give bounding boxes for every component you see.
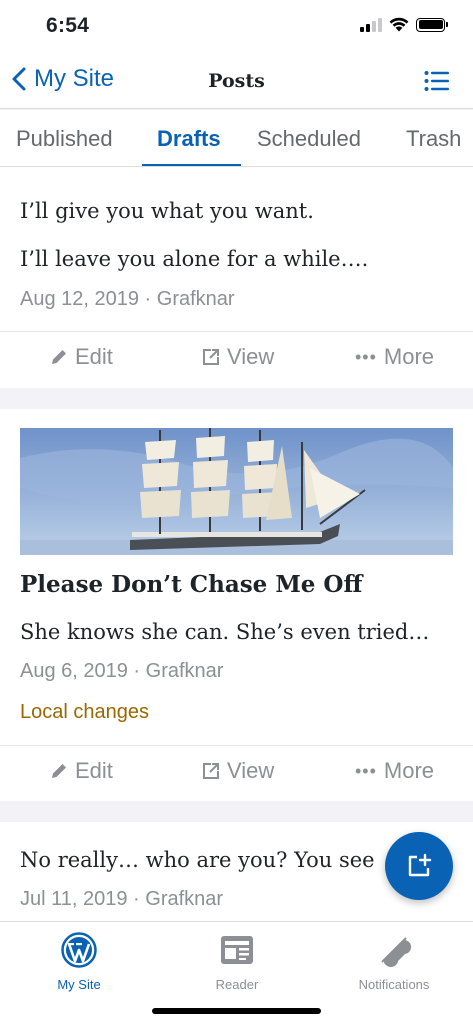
local-changes-badge: Local changes xyxy=(20,701,149,723)
post-meta: Jul 11, 2019 · Grafknar xyxy=(20,888,224,910)
view-button[interactable]: View xyxy=(202,344,274,370)
post-meta: Aug 12, 2019 · Grafknar xyxy=(20,288,235,310)
status-time: 6:54 xyxy=(46,14,90,37)
list-icon xyxy=(424,71,449,91)
battery-icon xyxy=(416,17,448,32)
wordpress-icon xyxy=(61,932,97,968)
reader-icon xyxy=(221,936,253,964)
bell-icon xyxy=(381,937,412,968)
pencil-icon xyxy=(52,764,66,778)
view-label: View xyxy=(227,344,275,369)
post-card[interactable]: Please Don’t Chase Me Off She knows she … xyxy=(0,409,473,801)
tab-bar-my-site[interactable]: My Site xyxy=(0,932,158,992)
edit-button[interactable]: Edit xyxy=(50,344,113,370)
navigation-bar: My Site Posts xyxy=(0,52,473,109)
more-label: More xyxy=(383,344,435,369)
external-link-icon xyxy=(203,763,219,779)
post-excerpt-line: I’ll give you what you want. xyxy=(20,199,314,223)
create-post-button[interactable] xyxy=(385,832,453,900)
tab-bar-notifications[interactable]: Notifications xyxy=(315,932,473,992)
status-icons xyxy=(360,17,448,32)
ellipsis-icon: ••• xyxy=(355,346,377,367)
view-label: View xyxy=(227,758,275,783)
tab-bar-label: Notifications xyxy=(358,977,430,992)
posts-list[interactable]: I’ll give you what you want. I’ll leave … xyxy=(0,167,473,921)
ellipsis-icon: ••• xyxy=(355,760,377,781)
tab-bar-label: My Site xyxy=(57,977,101,992)
post-card[interactable]: I’ll give you what you want. I’ll leave … xyxy=(0,167,473,388)
view-button[interactable]: View xyxy=(202,758,274,784)
post-excerpt: She knows she can. She’s even tried… xyxy=(20,620,430,644)
home-indicator xyxy=(152,1008,321,1014)
tab-bar-label: Reader xyxy=(215,977,259,992)
post-excerpt-line: I’ll leave you alone for a while…. xyxy=(20,247,369,271)
status-bar: 6:54 xyxy=(0,0,473,52)
page-title: Posts xyxy=(208,70,265,92)
external-link-icon xyxy=(203,349,219,365)
post-actions: Edit View ••• More xyxy=(0,745,473,801)
more-button[interactable]: ••• More xyxy=(355,758,434,784)
edit-label: Edit xyxy=(75,344,113,369)
post-title: Please Don’t Chase Me Off xyxy=(20,571,363,598)
new-post-icon xyxy=(408,853,432,877)
pencil-icon xyxy=(52,350,66,364)
cellular-signal-icon xyxy=(360,17,382,32)
tab-bar-reader[interactable]: Reader xyxy=(158,932,316,992)
edit-button[interactable]: Edit xyxy=(50,758,113,784)
more-button[interactable]: ••• More xyxy=(355,344,434,370)
tab-scheduled[interactable]: Scheduled xyxy=(257,126,361,152)
post-actions: Edit View ••• More xyxy=(0,331,473,387)
edit-label: Edit xyxy=(75,758,113,783)
more-label: More xyxy=(383,758,435,783)
post-meta: Aug 6, 2019 · Grafknar xyxy=(20,660,224,682)
tab-published[interactable]: Published xyxy=(16,126,113,152)
wifi-icon xyxy=(389,17,409,32)
tab-drafts[interactable]: Drafts xyxy=(157,126,221,152)
tab-trash[interactable]: Trash xyxy=(406,126,461,152)
post-list-style-button[interactable] xyxy=(424,70,449,97)
post-status-tabs: Published Drafts Scheduled Trash xyxy=(0,110,473,167)
featured-image xyxy=(20,428,453,555)
post-excerpt: No really… who are you? You see xyxy=(20,848,375,872)
